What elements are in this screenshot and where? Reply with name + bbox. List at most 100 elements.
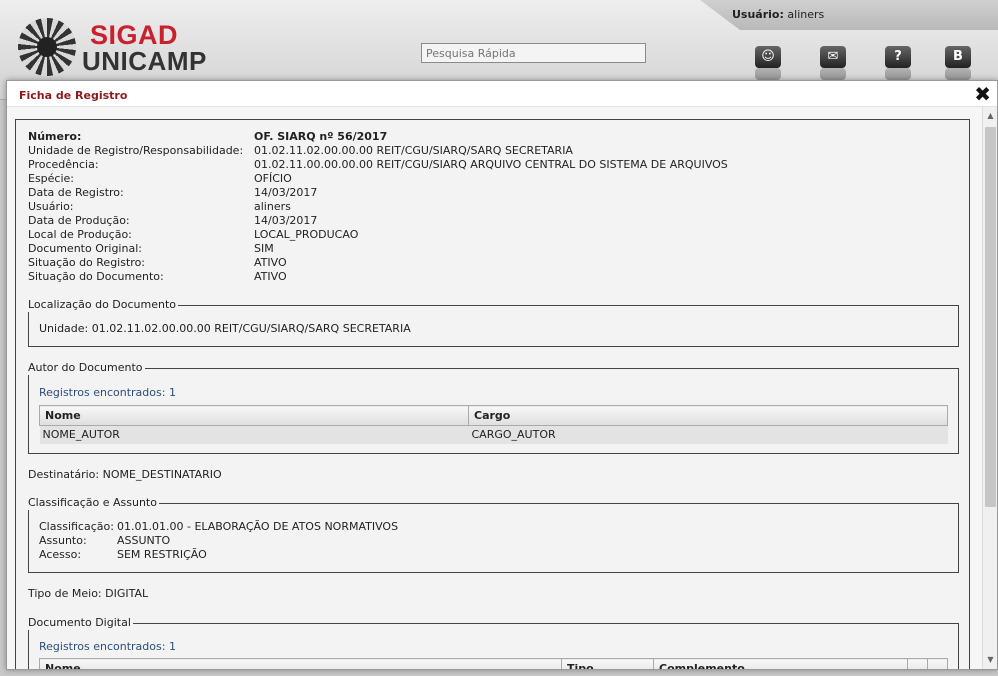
field-label: Documento Original:: [28, 242, 142, 255]
field-label: Espécie:: [28, 172, 75, 185]
field-local-producao: Local de Produção: LOCAL_PRODUCAO: [28, 228, 358, 242]
sigad-unicamp-logo[interactable]: SIGAD UNICAMP: [18, 18, 218, 76]
destinatario-label: Destinatário:: [28, 468, 100, 481]
localizacao-legend: Localização do Documento: [28, 298, 179, 312]
user-icon-reflection: [755, 68, 781, 80]
logo-unicamp-text: UNICAMP: [82, 46, 207, 76]
user-icon[interactable]: ☺: [755, 46, 781, 68]
field-data-registro: Data de Registro: 14/03/2017: [28, 186, 317, 200]
assunto-value: ASSUNTO: [117, 534, 171, 547]
logout-icon-reflection: [945, 68, 971, 80]
modal-titlebar: Ficha de Registro ✖: [7, 81, 997, 107]
column-header-cargo[interactable]: Cargo: [468, 405, 948, 426]
field-label: Unidade de Registro/Responsabilidade:: [28, 144, 244, 157]
field-documento-original: Documento Original: SIM: [28, 242, 274, 256]
column-header-action-1[interactable]: [907, 658, 928, 669]
destinatario-row: Destinatário: NOME_DESTINATARIO: [28, 468, 222, 482]
logout-icon[interactable]: B: [945, 46, 971, 68]
field-value: SIM: [254, 242, 274, 255]
autor-legend: Autor do Documento: [28, 361, 145, 375]
acesso-item: Acesso: SEM RESTRIÇÃO: [39, 548, 207, 562]
field-numero: Número: OF. SIARQ nº 56/2017: [28, 130, 387, 144]
column-header-tipo[interactable]: Tipo: [561, 658, 654, 669]
field-value: OFÍCIO: [254, 172, 292, 185]
tipo-meio-row: Tipo de Meio: DIGITAL: [28, 587, 148, 601]
field-label: Situação do Documento:: [28, 270, 164, 283]
assunto-label: Assunto:: [39, 534, 87, 547]
chat-icon[interactable]: ✉: [820, 46, 846, 68]
field-label: Usuário:: [28, 200, 74, 213]
column-header-complemento[interactable]: Complemento: [653, 658, 908, 669]
field-situacao-documento: Situação do Documento: ATIVO: [28, 270, 287, 284]
table-header-row: Nome Tipo Complemento: [39, 658, 948, 669]
scroll-up-arrow-icon[interactable]: ▲: [983, 109, 997, 123]
field-unidade-registro: Unidade de Registro/Responsabilidade: 01…: [28, 144, 573, 158]
field-value: OF. SIARQ nº 56/2017: [254, 130, 388, 143]
modal-title: Ficha de Registro: [19, 89, 128, 102]
table-cell: CARGO_AUTOR: [468, 425, 948, 444]
field-label: Data de Produção:: [28, 214, 130, 227]
autor-table: Nome Cargo NOME_AUTOR CARGO_AUTOR: [39, 405, 948, 444]
autor-section: Autor do Documento Registros encontrados…: [28, 361, 959, 454]
field-value: 14/03/2017: [254, 186, 318, 199]
documento-digital-table: Nome Tipo Complemento: [39, 658, 948, 669]
localizacao-unidade: Unidade: 01.02.11.02.00.00.00 REIT/CGU/S…: [39, 322, 411, 336]
close-icon[interactable]: ✖: [974, 83, 991, 105]
field-label: Situação do Registro:: [28, 256, 146, 269]
field-situacao-registro: Situação do Registro: ATIVO: [28, 256, 287, 270]
help-icon-reflection: [885, 68, 911, 80]
table-cell: NOME_AUTOR: [39, 425, 469, 444]
field-value: ATIVO: [254, 270, 287, 283]
acesso-value: SEM RESTRIÇÃO: [117, 548, 207, 561]
assunto-item: Assunto: ASSUNTO: [39, 534, 170, 548]
field-value: 01.02.11.00.00.00.00 REIT/CGU/SIARQ ARQU…: [254, 158, 728, 171]
logo-sigad-text: SIGAD: [90, 20, 179, 50]
tipo-meio-label: Tipo de Meio:: [28, 587, 102, 600]
column-header-nome[interactable]: Nome: [39, 658, 562, 669]
classificacao-label: Classificação:: [39, 520, 114, 533]
classificacao-section: Classificação e Assunto Classificação: 01…: [28, 496, 959, 573]
scroll-thumb[interactable]: [985, 127, 996, 507]
column-header-action-2[interactable]: [927, 658, 948, 669]
field-label: Local de Produção:: [28, 228, 132, 241]
classificacao-item: Classificação: 01.01.01.00 - ELABORAÇÃO D…: [39, 520, 398, 534]
autor-found-count: Registros encontrados: 1: [39, 386, 176, 399]
unidade-value: 01.02.11.02.00.00.00 REIT/CGU/SIARQ/SARQ…: [91, 322, 411, 335]
documento-digital-legend: Documento Digital: [28, 616, 133, 630]
field-value: LOCAL_PRODUCAO: [254, 228, 359, 241]
documento-digital-found-count: Registros encontrados: 1: [39, 640, 176, 653]
help-icon[interactable]: ?: [885, 46, 911, 68]
field-procedencia: Procedência: 01.02.11.00.00.00.00 REIT/C…: [28, 158, 728, 172]
table-header-row: Nome Cargo: [39, 405, 948, 426]
unicamp-emblem-icon: [18, 18, 76, 76]
chat-icon-reflection: [820, 68, 846, 80]
destinatario-value: NOME_DESTINATARIO: [102, 468, 222, 481]
field-usuario: Usuário: aliners: [28, 200, 291, 214]
field-value: 01.02.11.02.00.00.00 REIT/CGU/SIARQ/SARQ…: [254, 144, 573, 157]
tipo-meio-value: DIGITAL: [105, 587, 149, 600]
field-label: Procedência:: [28, 158, 99, 171]
user-name: aliners: [787, 8, 825, 21]
field-label: Data de Registro:: [28, 186, 124, 199]
scroll-down-arrow-icon[interactable]: ▼: [983, 653, 997, 667]
registro-content: Número: OF. SIARQ nº 56/2017 Unidade de …: [15, 119, 970, 669]
ficha-registro-modal: Ficha de Registro ✖ Número: OF. SIARQ nº…: [6, 80, 998, 670]
user-label: Usuário:: [732, 8, 784, 21]
field-label: Número:: [28, 130, 82, 143]
field-data-producao: Data de Produção: 14/03/2017: [28, 214, 317, 228]
classificacao-value: 01.01.01.00 - ELABORAÇÃO DE ATOS NORMATI…: [117, 520, 399, 533]
acesso-label: Acesso:: [39, 548, 82, 561]
documento-digital-section: Documento Digital Registros encontrados:…: [28, 616, 959, 669]
field-especie: Espécie: OFÍCIO: [28, 172, 292, 186]
field-value: aliners: [254, 200, 291, 213]
classificacao-legend: Classificação e Assunto: [28, 496, 159, 510]
quick-search-input[interactable]: [421, 43, 646, 63]
field-value: ATIVO: [254, 256, 287, 269]
column-header-nome[interactable]: Nome: [39, 405, 469, 426]
field-value: 14/03/2017: [254, 214, 318, 227]
unidade-label: Unidade:: [39, 322, 89, 335]
modal-scrollbar[interactable]: ▲ ▼: [982, 107, 997, 669]
table-row[interactable]: NOME_AUTOR CARGO_AUTOR: [39, 425, 948, 444]
modal-body[interactable]: Número: OF. SIARQ nº 56/2017 Unidade de …: [7, 107, 997, 669]
localizacao-section: Localização do Documento Unidade: 01.02.…: [28, 298, 959, 347]
